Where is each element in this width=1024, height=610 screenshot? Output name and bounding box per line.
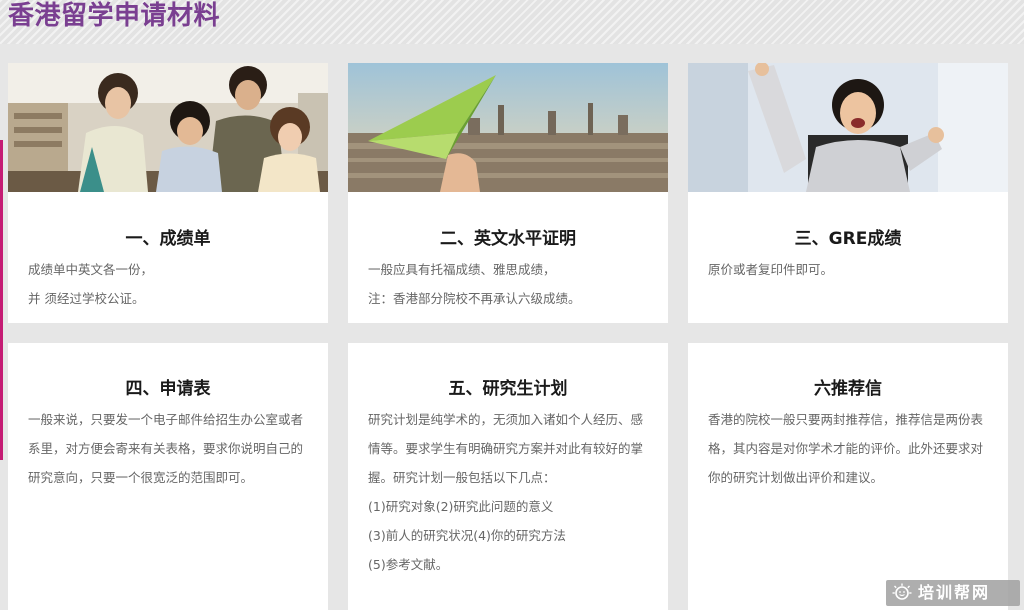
card-title: 五、研究生计划: [448, 379, 568, 399]
card-text-line: (1)研究对象(2)研究此问题的意义: [368, 499, 554, 514]
card-gre-score: 三、GRE成绩 原价或者复印件即可。: [688, 63, 1008, 323]
card-body: 研究计划是纯学术的，无须加入诸如个人经历、感情等。要求学生有明确研究方案并对此有…: [368, 405, 650, 579]
card-body: 原价或者复印件即可。: [708, 255, 990, 284]
students-studying-photo: [8, 63, 328, 192]
card-title: 三、GRE成绩: [794, 229, 902, 249]
card-text-line: 成绩单中英文各一份，: [28, 262, 154, 277]
card-research-plan: 五、研究生计划 研究计划是纯学术的，无须加入诸如个人经历、感情等。要求学生有明确…: [348, 343, 668, 610]
card-title: 一、成绩单: [125, 229, 211, 249]
card-title: 六推荐信: [814, 379, 882, 399]
paper-plane-city-illustration: [348, 63, 668, 192]
card-text-line: 研究计划是纯学术的，无须加入诸如个人经历、感情等。要求学生有明确研究方案并对此有…: [368, 412, 644, 485]
card-title: 二、英文水平证明: [440, 229, 576, 249]
watermark-logo: 培训帮网: [886, 580, 1020, 606]
card-body: 香港的院校一般只要两封推荐信，推荐信是两份表格，其内容是对你学术才能的评价。此外…: [708, 405, 990, 492]
card-text-line: 一般来说，只要发一个电子邮件给招生办公室或者系里，对方便会寄来有关表格，要求你说…: [28, 412, 304, 485]
cheering-woman-photo: [688, 63, 1008, 192]
watermark-text: 培训帮网: [918, 583, 991, 602]
paper-plane-city-photo: [348, 63, 668, 192]
card-text-line: 香港的院校一般只要两封推荐信，推荐信是两份表格，其内容是对你学术才能的评价。此外…: [708, 412, 984, 485]
card-transcript: 一、成绩单 成绩单中英文各一份， 并 须经过学校公证。: [8, 63, 328, 323]
card-text-line: (3)前人的研究状况(4)你的研究方法: [368, 528, 566, 543]
card-text-line: (5)参考文献。: [368, 557, 449, 572]
smiley-sun-icon: [892, 583, 912, 600]
card-body: 一般来说，只要发一个电子邮件给招生办公室或者系里，对方便会寄来有关表格，要求你说…: [28, 405, 310, 492]
card-body: 成绩单中英文各一份， 并 须经过学校公证。: [28, 255, 310, 313]
card-text-line: 注：香港部分院校不再承认六级成绩。: [368, 291, 581, 306]
card-english-proficiency: 二、英文水平证明 一般应具有托福成绩、雅思成绩， 注：香港部分院校不再承认六级成…: [348, 63, 668, 323]
card-body: 一般应具有托福成绩、雅思成绩， 注：香港部分院校不再承认六级成绩。: [368, 255, 650, 313]
card-application-form: 四、申请表 一般来说，只要发一个电子邮件给招生办公室或者系里，对方便会寄来有关表…: [8, 343, 328, 610]
card-recommendation-letter: 六推荐信 香港的院校一般只要两封推荐信，推荐信是两份表格，其内容是对你学术才能的…: [688, 343, 1008, 610]
card-text-line: 原价或者复印件即可。: [708, 262, 834, 277]
page-title: 香港留学申请材料: [8, 1, 221, 31]
students-studying-illustration: [8, 63, 328, 192]
card-text-line: 一般应具有托福成绩、雅思成绩，: [368, 262, 556, 277]
card-text-line: 并 须经过学校公证。: [28, 291, 145, 306]
title-bar: 香港留学申请材料: [0, 0, 1024, 44]
cheering-woman-illustration: [688, 63, 1008, 192]
card-title: 四、申请表: [125, 379, 211, 399]
left-accent-bar: [0, 140, 3, 460]
